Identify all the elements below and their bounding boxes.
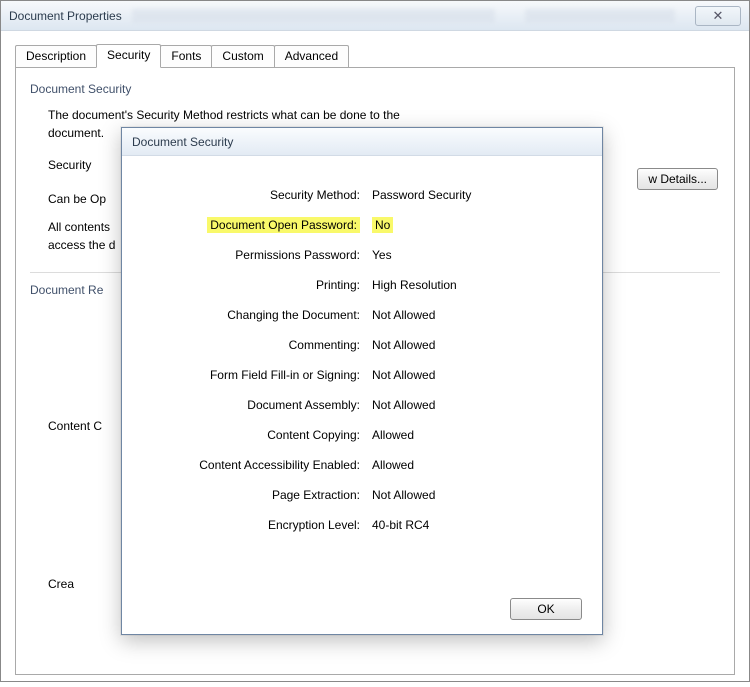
property-value: Yes (372, 248, 582, 262)
property-value: Not Allowed (372, 308, 582, 322)
highlighted-label: Document Open Password: (207, 217, 360, 233)
titlebar-blur-decor (132, 9, 495, 23)
property-value: No (372, 218, 582, 232)
tab-fonts[interactable]: Fonts (160, 45, 212, 67)
tab-custom[interactable]: Custom (211, 45, 274, 67)
highlighted-value: No (372, 217, 393, 233)
window-close-button[interactable]: ✕ (695, 6, 741, 26)
tab-description[interactable]: Description (15, 45, 97, 67)
property-value: High Resolution (372, 278, 582, 292)
security-property-row: Encryption Level:40-bit RC4 (142, 514, 582, 536)
property-label: Encryption Level: (142, 518, 372, 532)
property-value: Allowed (372, 458, 582, 472)
property-value: Not Allowed (372, 488, 582, 502)
window-title: Document Properties (9, 9, 122, 23)
document-security-heading: Document Security (30, 82, 720, 96)
security-property-row: Security Method:Password Security (142, 184, 582, 206)
property-label: Commenting: (142, 338, 372, 352)
security-property-row: Document Assembly:Not Allowed (142, 394, 582, 416)
security-property-row: Commenting:Not Allowed (142, 334, 582, 356)
show-details-button[interactable]: w Details... (637, 168, 718, 190)
property-label: Changing the Document: (142, 308, 372, 322)
window-titlebar: Document Properties ✕ (1, 1, 749, 31)
security-property-row: Document Open Password: No (142, 214, 582, 236)
property-label: Document Open Password: (142, 218, 372, 232)
security-property-row: Permissions Password:Yes (142, 244, 582, 266)
document-security-dialog: Document Security Security Method:Passwo… (121, 127, 603, 635)
security-property-row: Form Field Fill-in or Signing:Not Allowe… (142, 364, 582, 386)
security-property-row: Content Copying:Allowed (142, 424, 582, 446)
dialog-footer: OK (510, 598, 582, 620)
dialog-body: Security Method:Password Security Documen… (122, 156, 602, 554)
property-label: Page Extraction: (142, 488, 372, 502)
ok-button[interactable]: OK (510, 598, 582, 620)
intro-line-1: The document's Security Method restricts… (48, 106, 720, 124)
document-properties-window: Document Properties ✕ Description Securi… (0, 0, 750, 682)
property-label: Content Copying: (142, 428, 372, 442)
property-label: Printing: (142, 278, 372, 292)
property-value: Password Security (372, 188, 582, 202)
security-property-row: Content Accessibility Enabled:Allowed (142, 454, 582, 476)
tab-advanced[interactable]: Advanced (274, 45, 349, 67)
titlebar-blur-decor-2 (525, 9, 675, 23)
property-label: Permissions Password: (142, 248, 372, 262)
property-value: 40-bit RC4 (372, 518, 582, 532)
security-property-row: Printing:High Resolution (142, 274, 582, 296)
dialog-title: Document Security (132, 135, 233, 149)
property-value: Allowed (372, 428, 582, 442)
property-value: Not Allowed (372, 368, 582, 382)
tab-security[interactable]: Security (96, 44, 161, 68)
property-label: Form Field Fill-in or Signing: (142, 368, 372, 382)
dialog-titlebar: Document Security (122, 128, 602, 156)
tabstrip: Description Security Fonts Custom Advanc… (15, 43, 735, 67)
property-value: Not Allowed (372, 398, 582, 412)
security-property-row: Changing the Document:Not Allowed (142, 304, 582, 326)
security-property-row: Page Extraction:Not Allowed (142, 484, 582, 506)
property-value: Not Allowed (372, 338, 582, 352)
property-label: Security Method: (142, 188, 372, 202)
security-method-label: Security (48, 156, 91, 174)
property-label: Content Accessibility Enabled: (142, 458, 372, 472)
close-icon: ✕ (713, 8, 724, 24)
property-label: Document Assembly: (142, 398, 372, 412)
